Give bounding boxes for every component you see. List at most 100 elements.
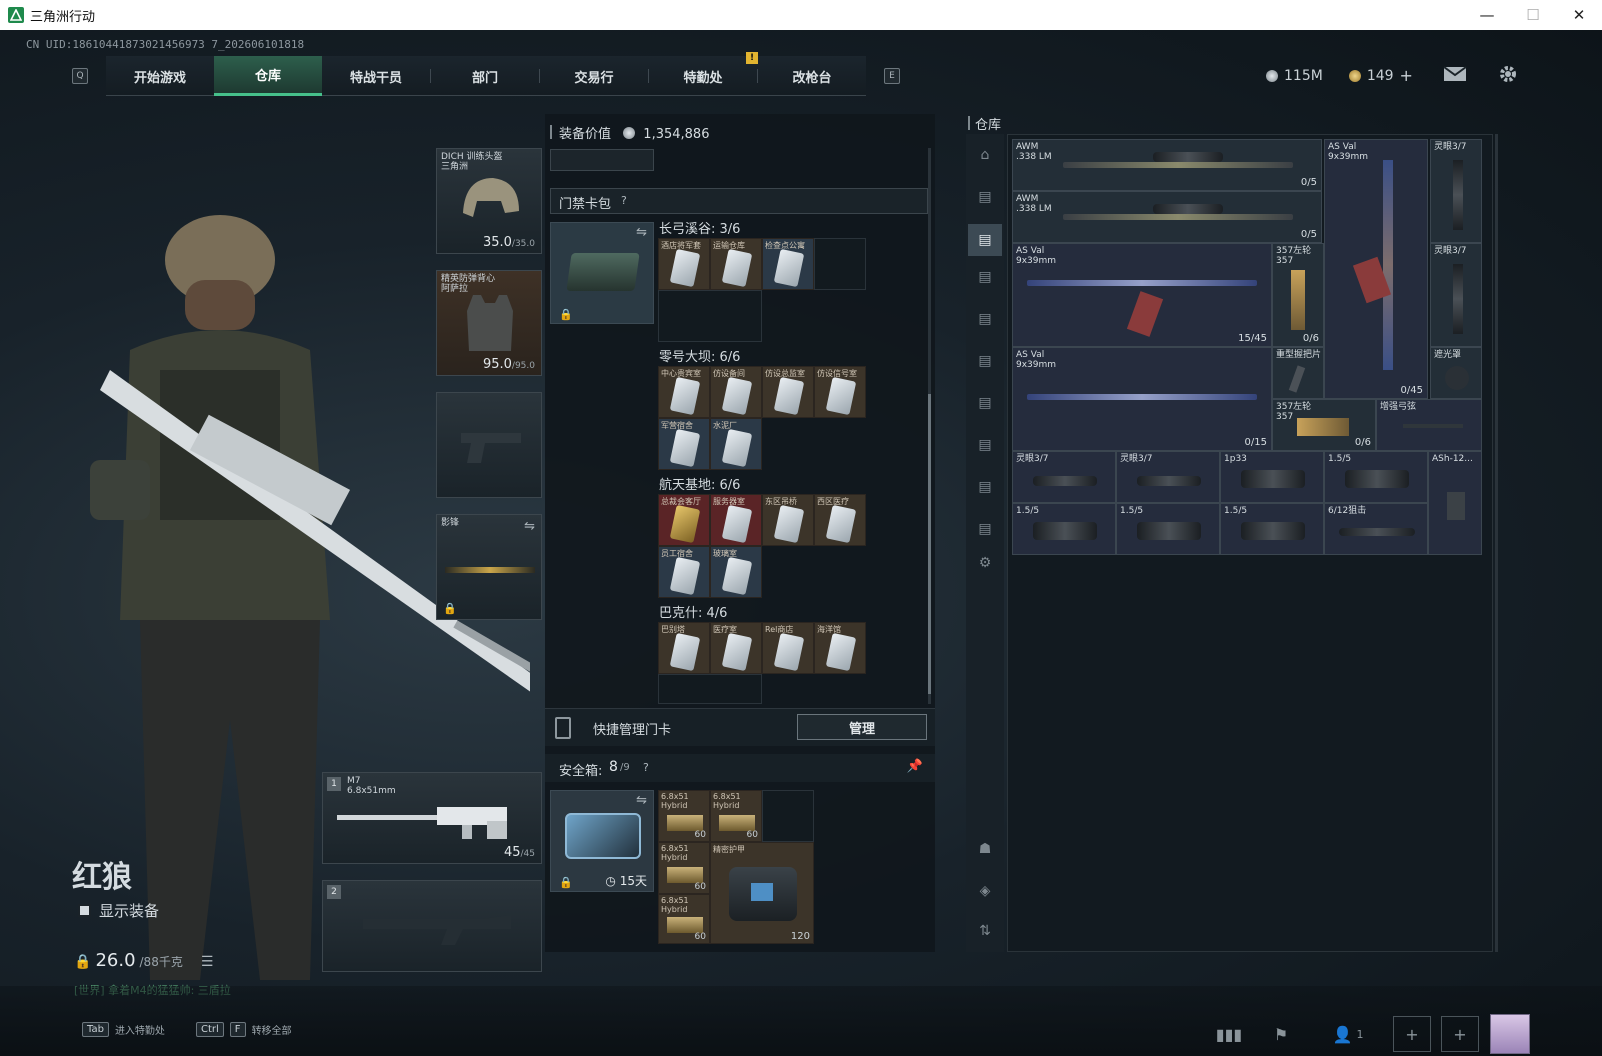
empty-cell[interactable] (658, 674, 762, 704)
keycard-item[interactable]: 仿设总监室 (762, 366, 814, 418)
add-squad-slot-button[interactable]: + (1393, 1016, 1431, 1052)
warehouse-page-icon[interactable]: ▤ (974, 518, 996, 540)
close-button[interactable]: ✕ (1556, 0, 1602, 30)
warehouse-page-icon[interactable]: ▤ (974, 476, 996, 498)
warehouse-item[interactable]: 357左轮 357 0/6 (1272, 399, 1376, 451)
warehouse-item[interactable]: 灵眼3/7 (1012, 451, 1116, 503)
warehouse-item[interactable]: 灵眼3/7 (1430, 139, 1482, 243)
helmet-slot[interactable]: DICH 训练头盔 三角洲 35.0/35.0 (436, 148, 542, 254)
warehouse-settings-icon[interactable]: ⚙ (974, 552, 996, 574)
keycard-item[interactable]: 员工宿舍 (658, 546, 710, 598)
hotkey-special-ops[interactable]: Tab 进入特勤处 (82, 1022, 165, 1037)
swap-icon[interactable]: ⇋ (636, 793, 647, 808)
empty-cell[interactable] (814, 238, 866, 290)
warehouse-item[interactable]: 1.5/5 (1012, 503, 1116, 555)
keycard-item[interactable]: 运输仓库 (710, 238, 762, 290)
warehouse-item[interactable]: AS Val 9x39mm 0/15 (1012, 347, 1272, 451)
warehouse-item[interactable]: AS Val 9x39mm 15/45 (1012, 243, 1272, 347)
warehouse-profile-icon[interactable]: ☗ (974, 838, 996, 860)
swap-icon[interactable]: ⇋ (524, 519, 535, 534)
nav-prev-key[interactable]: Q (72, 68, 88, 84)
swap-icon[interactable]: ⇋ (636, 225, 647, 240)
warehouse-item[interactable]: AWM .338 LM 0/5 (1012, 139, 1322, 191)
keycard-item[interactable]: 中心贵宾室 (658, 366, 710, 418)
keycard-item[interactable]: Rel商店 (762, 622, 814, 674)
ammo-item[interactable]: 6.8x51 Hybrid 60 (710, 790, 762, 842)
maximize-button[interactable]: ☐ (1510, 0, 1556, 30)
armor-slot[interactable]: 精英防弹背心 阿萨拉 95.0/95.0 (436, 270, 542, 376)
warehouse-item[interactable]: AWM .338 LM 0/5 (1012, 191, 1322, 243)
keycard-item[interactable]: 总裁会客厅 (658, 494, 710, 546)
keycard-item[interactable]: 酒店将军套 (658, 238, 710, 290)
warehouse-item[interactable]: 灵眼3/7 (1116, 451, 1220, 503)
keycard-item[interactable]: 巴别塔 (658, 622, 710, 674)
keycard-item[interactable]: 东区吊桥 (762, 494, 814, 546)
flag-icon[interactable]: ⚑ (1262, 1016, 1300, 1052)
warehouse-scrollbar[interactable] (1495, 134, 1498, 952)
warehouse-all-icon[interactable]: ⌂ (974, 144, 996, 166)
tab-special-ops[interactable]: 特勤处 (649, 56, 757, 96)
hotkey-transfer-all[interactable]: Ctrl F 转移全部 (196, 1022, 292, 1037)
armor-item[interactable]: 精密护甲 120 (710, 842, 814, 944)
warehouse-item[interactable]: 增强弓弦 (1376, 399, 1482, 451)
warehouse-item[interactable]: 遮光罩 (1430, 347, 1482, 399)
keycard-item[interactable]: 仿设备间 (710, 366, 762, 418)
tab-start-game[interactable]: 开始游戏 (106, 56, 214, 96)
mail-icon[interactable] (1443, 66, 1467, 82)
add-squad-slot-button[interactable]: + (1441, 1016, 1479, 1052)
warehouse-page-icon[interactable]: ▤ (974, 186, 996, 208)
help-icon[interactable]: ? (643, 761, 649, 774)
stats-chart-icon[interactable]: ▮▮▮ (1210, 1016, 1248, 1052)
secondary-weapon-slot[interactable]: 2 (322, 880, 542, 972)
scrollbar-thumb[interactable] (928, 394, 931, 694)
keycard-item[interactable]: 军营宿舍 (658, 418, 710, 470)
warehouse-item[interactable]: 1.5/5 (1116, 503, 1220, 555)
melee-slot[interactable]: 影锋 ⇋ 🔒 (436, 514, 542, 620)
manage-button[interactable]: 管理 (797, 714, 927, 740)
nav-next-key[interactable]: E (884, 68, 900, 84)
warehouse-page-icon[interactable]: ▤ (974, 434, 996, 456)
minimize-button[interactable]: — (1464, 0, 1510, 30)
tab-gunsmith[interactable]: 改枪台 (758, 56, 866, 96)
pistol-slot[interactable] (436, 392, 542, 498)
warehouse-sort-icon[interactable]: ⇅ (974, 920, 996, 942)
keycard-pack-container[interactable]: ⇋ 🔒 (550, 222, 654, 324)
warehouse-page-icon[interactable]: ▤ (974, 392, 996, 414)
warehouse-item[interactable]: 357左轮 357 0/6 (1272, 243, 1324, 347)
keycard-item[interactable]: 西区医疗 (814, 494, 866, 546)
pin-icon[interactable]: 📌 (907, 759, 923, 774)
settings-gear-icon[interactable] (1498, 64, 1518, 84)
tab-warehouse[interactable]: 仓库 (214, 56, 322, 96)
primary-weapon-slot[interactable]: 1 M7 6.8x51mm 45/45 (322, 772, 542, 864)
warehouse-item[interactable]: 1.5/5 (1324, 451, 1428, 503)
keycard-item[interactable]: 检查点公寓 (762, 238, 814, 290)
empty-cell[interactable] (762, 790, 814, 842)
keycard-item[interactable]: 水泥厂 (710, 418, 762, 470)
tab-operators[interactable]: 特战干员 (322, 56, 430, 96)
keycard-item[interactable]: 海洋馆 (814, 622, 866, 674)
empty-cell[interactable] (658, 290, 762, 342)
keycard-item[interactable]: 服务器室 (710, 494, 762, 546)
warehouse-page-icon[interactable]: ▤ (974, 350, 996, 372)
warehouse-layers-icon[interactable]: ◈ (974, 880, 996, 902)
keycard-item[interactable]: 医疗室 (710, 622, 762, 674)
warehouse-page-icon-active[interactable]: ▤ (968, 224, 1002, 256)
add-currency-button[interactable]: + (1400, 66, 1413, 85)
warehouse-page-icon[interactable]: ▤ (974, 266, 996, 288)
help-icon[interactable]: ? (621, 194, 627, 207)
warehouse-item[interactable]: 灵眼3/7 (1430, 243, 1482, 347)
keycard-item[interactable]: 仿设信号室 (814, 366, 866, 418)
ammo-item[interactable]: 6.8x51 Hybrid 60 (658, 894, 710, 944)
warehouse-item[interactable]: 1.5/5 (1220, 503, 1324, 555)
avatar[interactable] (1490, 1014, 1530, 1054)
show-equipment-toggle[interactable]: 显示装备 (78, 900, 159, 921)
warehouse-item[interactable]: AS Val 9x39mm 0/45 (1324, 139, 1428, 399)
warehouse-item[interactable]: 重型握把片 (1272, 347, 1324, 399)
ammo-item[interactable]: 6.8x51 Hybrid 60 (658, 790, 710, 842)
show-equipment-checkbox[interactable] (78, 904, 91, 917)
safe-box-container[interactable]: ⇋ 🔒 ◷ 15天 (550, 790, 654, 892)
warehouse-page-icon[interactable]: ▤ (974, 308, 996, 330)
tab-trade[interactable]: 交易行 (540, 56, 648, 96)
ammo-item[interactable]: 6.8x51 Hybrid 60 (658, 842, 710, 894)
filter-button[interactable] (550, 149, 654, 171)
